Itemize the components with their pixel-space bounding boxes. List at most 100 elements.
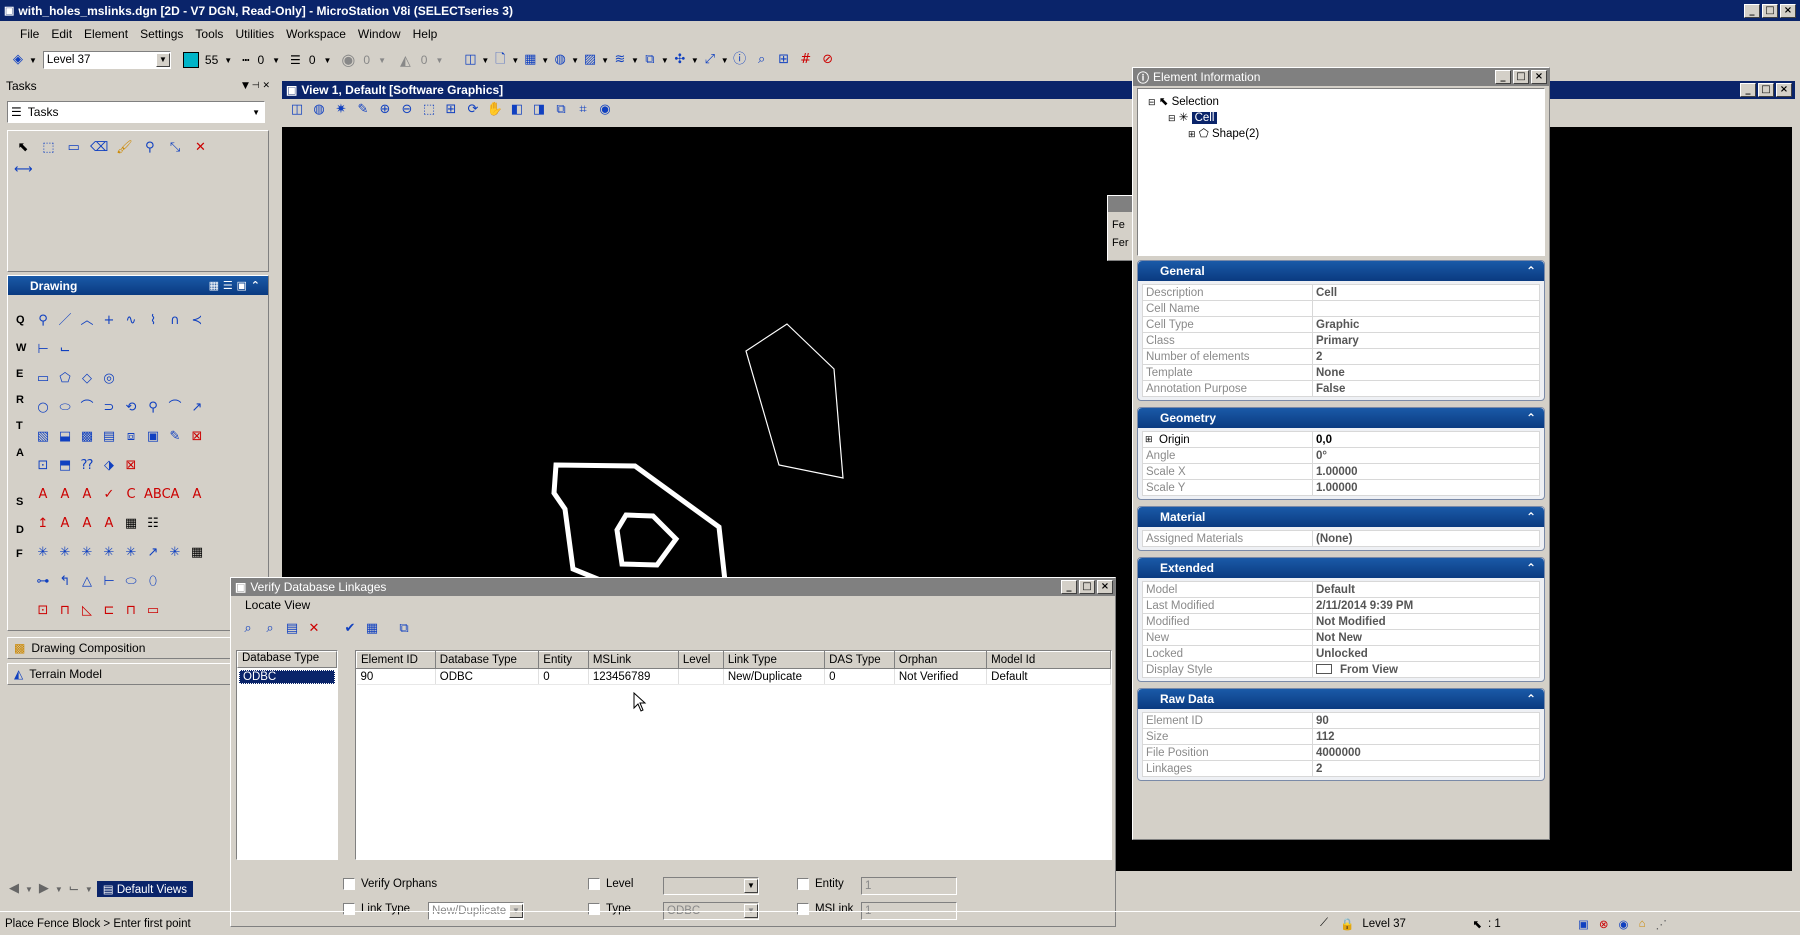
column-header[interactable]: Element ID (356, 651, 436, 669)
view-close-button[interactable]: × (1776, 83, 1792, 97)
column-header[interactable]: Link Type (722, 651, 826, 669)
references-icon[interactable]: ◍ (550, 50, 570, 70)
property-row[interactable]: ⊞ Origin 0,0 (1142, 431, 1540, 448)
menu-file[interactable]: File (14, 23, 45, 45)
column-header[interactable]: DAS Type (824, 651, 895, 669)
property-row[interactable]: Number of elements 2 (1142, 348, 1540, 365)
expand-icon[interactable]: ⊞ (1145, 434, 1153, 445)
column-header[interactable]: Database Type (434, 651, 540, 669)
property-row[interactable]: Scale Y 1.00000 (1142, 479, 1540, 496)
update-icon[interactable]: ✎ (353, 100, 373, 120)
hidden-dialog[interactable]: Fe Fer (1107, 195, 1135, 261)
resize-grip-icon[interactable]: ⋰ (1656, 917, 1668, 931)
property-row[interactable]: Template None (1142, 364, 1540, 381)
no-display-icon[interactable]: ⊘ (818, 50, 838, 70)
entity-checkbox[interactable]: Entity (797, 878, 844, 890)
find-icon[interactable]: ⌕ (752, 50, 772, 70)
menu-edit[interactable]: Edit (45, 23, 78, 45)
property-row[interactable]: Modified Not Modified (1142, 613, 1540, 630)
fence-place-icon[interactable]: ▭ (64, 138, 84, 158)
print-icon[interactable]: ▦ (362, 619, 382, 639)
previous-view-icon[interactable]: ◧ (507, 100, 527, 120)
attach-icon[interactable]: ⚲ (140, 138, 160, 158)
color-swatch[interactable] (182, 52, 199, 68)
column-header[interactable]: Level (677, 651, 724, 669)
transparency-icon[interactable]: ◉ (341, 50, 355, 70)
database-type-header[interactable]: Database Type (237, 651, 337, 668)
property-row[interactable]: Assigned Materials (None) (1142, 530, 1540, 547)
collapse-icon[interactable]: ⌃ (1526, 692, 1536, 706)
pan-icon[interactable]: ✋ (485, 100, 505, 120)
view-group-icon[interactable]: ⌙ (64, 879, 84, 899)
error-icon[interactable]: ⊗ (1599, 917, 1609, 931)
snap-mode-icon[interactable]: ⟋ (1320, 917, 1328, 930)
column-header[interactable]: Model Id (986, 651, 1111, 669)
home-icon[interactable]: ⌂ (1639, 918, 1646, 930)
verify-orphans-checkbox[interactable]: Verify Orphans (343, 878, 437, 890)
verify-icon[interactable]: ✔ (340, 619, 360, 639)
property-row[interactable]: Angle 0° (1142, 447, 1540, 464)
cancel-tool-icon[interactable]: ✕ (190, 138, 210, 158)
snaps-icon[interactable]: ✣ (670, 50, 690, 70)
property-row[interactable]: Last Modified 2/11/2014 9:39 PM (1142, 597, 1540, 614)
section-header[interactable]: Material ⌃ (1138, 507, 1544, 527)
drawing-header[interactable]: Drawing ▦ ☰ ▣ ⌃ (8, 276, 268, 295)
camera-icon[interactable]: ◉ (595, 100, 615, 120)
view-min-button[interactable]: _ (1740, 83, 1756, 97)
level-option-combo[interactable]: ▼ (663, 877, 759, 895)
property-row[interactable]: Model Default (1142, 581, 1540, 598)
property-row[interactable]: Size 112 (1142, 728, 1540, 745)
report-icon[interactable]: ▤ (282, 619, 302, 639)
zoom-in-icon[interactable]: ⊕ (375, 100, 395, 120)
delete-element-icon[interactable]: ⌫ (89, 138, 109, 158)
info-max-button[interactable]: □ (1513, 70, 1529, 84)
export-icon[interactable]: ⧉ (394, 619, 414, 639)
accudraw-icon[interactable]: ⤢ (700, 50, 720, 70)
section-header[interactable]: Extended ⌃ (1138, 558, 1544, 578)
priority-icon[interactable]: ◭ (400, 52, 411, 69)
entity-field[interactable]: 1 (861, 877, 957, 895)
property-row[interactable]: Annotation Purpose False (1142, 380, 1540, 397)
level-manager-icon[interactable]: ≋ (610, 50, 630, 70)
default-views-button[interactable]: ▤ Default Views (96, 881, 193, 897)
tasks-dropdown[interactable]: ☰ Tasks ▼ (7, 101, 265, 123)
column-header[interactable]: Orphan (893, 651, 988, 669)
verify-min-button[interactable]: _ (1061, 580, 1077, 594)
tree-node-cell[interactable]: ⊟ ✳ Cell (1168, 110, 1218, 124)
lights-icon[interactable]: ✷ (331, 100, 351, 120)
menu-window[interactable]: Window (352, 23, 407, 45)
measure-tool-icon[interactable]: ⟷ (13, 160, 33, 180)
database-type-item[interactable]: ODBC (239, 670, 335, 684)
fit-view-icon[interactable]: ⊞ (441, 100, 461, 120)
info-min-button[interactable]: _ (1495, 70, 1511, 84)
property-row[interactable]: Scale X 1.00000 (1142, 463, 1540, 480)
verify-close-button[interactable]: × (1097, 580, 1113, 594)
property-row[interactable]: Locked Unlocked (1142, 645, 1540, 662)
property-row[interactable]: Linkages 2 (1142, 760, 1540, 777)
minimize-button[interactable]: _ (1744, 3, 1760, 18)
display-style-icon[interactable]: ◍ (309, 100, 329, 120)
info-icon[interactable]: ⓘ (730, 50, 750, 70)
clip-icon[interactable]: ⌗ (573, 100, 593, 120)
view-toggles-icon[interactable]: ◫ (460, 50, 480, 70)
level-display-icon[interactable]: ⧉ (640, 50, 660, 70)
forward-icon[interactable]: ▶ (34, 879, 54, 899)
table-row[interactable]: 90 ODBC 0 123456789 New/Duplicate 0 Not Verifi… (356, 668, 1111, 685)
scan-icon[interactable]: ⌕ (260, 619, 280, 639)
tasks-pin-icon[interactable]: ▼ ⊣ ✕ (242, 81, 270, 91)
scale-icon[interactable]: ⤡ (165, 138, 185, 158)
save-status-icon[interactable]: ▣ (1578, 917, 1589, 931)
collapse-icon[interactable]: ⌃ (1526, 264, 1536, 278)
property-row[interactable]: Element ID 90 (1142, 712, 1540, 729)
info-close-button[interactable]: × (1531, 70, 1547, 84)
section-header[interactable]: Geometry ⌃ (1138, 408, 1544, 428)
raster-icon[interactable]: ▨ (580, 50, 600, 70)
level-combo[interactable]: Level 37 ▼ (42, 51, 171, 69)
delete-linkage-icon[interactable]: ✕ (304, 619, 324, 639)
models-icon[interactable]: ▦ (520, 50, 540, 70)
maximize-button[interactable]: □ (1762, 3, 1778, 18)
menu-help[interactable]: Help (407, 23, 444, 45)
rotate-view-icon[interactable]: ⟳ (463, 100, 483, 120)
lock-icon[interactable]: 🔒 (1340, 917, 1354, 931)
next-view-icon[interactable]: ◨ (529, 100, 549, 120)
